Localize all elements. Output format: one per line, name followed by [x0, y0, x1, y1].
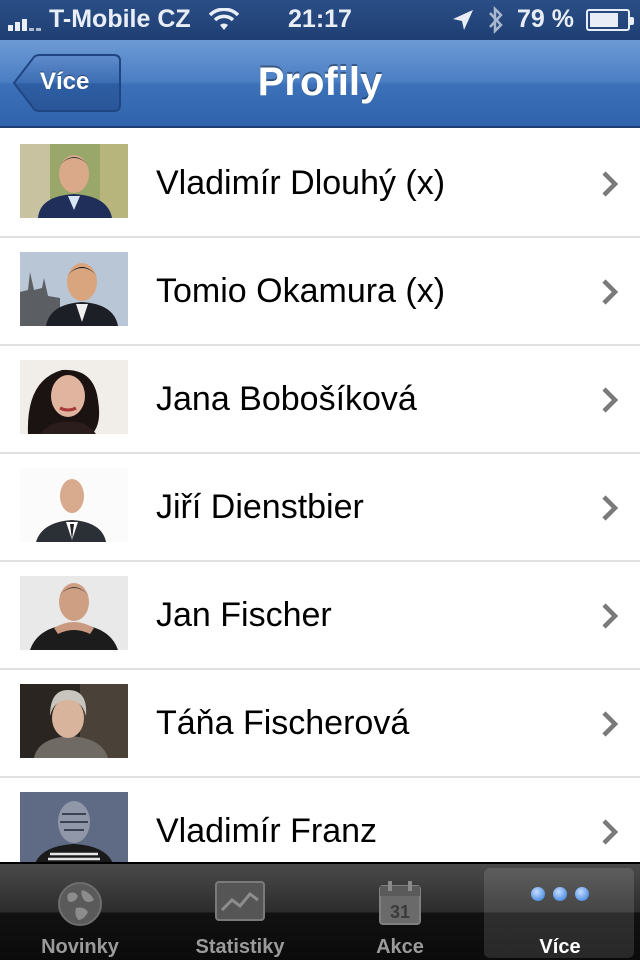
navigation-bar: Více Profily — [0, 40, 640, 128]
profile-name: Jiří Dienstbier — [156, 488, 364, 526]
list-item[interactable]: Jiří Dienstbier — [0, 454, 640, 562]
list-item[interactable]: Jan Fischer — [0, 562, 640, 670]
status-right: 79 % — [451, 5, 634, 34]
profile-photo — [20, 468, 128, 542]
chart-icon — [215, 881, 265, 921]
profile-name: Jana Bobošíková — [156, 380, 417, 418]
tab-vice[interactable]: Více — [480, 864, 640, 960]
profile-name: Vladimír Dlouhý (x) — [156, 164, 446, 202]
wifi-icon — [208, 7, 239, 30]
profile-photo — [20, 144, 128, 218]
globe-icon — [58, 882, 102, 926]
status-left: T-Mobile CZ — [8, 5, 239, 34]
tab-label: Novinky — [41, 936, 119, 958]
profile-name: Jan Fischer — [156, 596, 332, 634]
signal-strength-icon — [8, 9, 41, 31]
list-item[interactable]: Vladimír Dlouhý (x) — [0, 130, 640, 238]
calendar-day: 31 — [390, 902, 410, 922]
page-title: Profily — [257, 60, 383, 104]
battery-percent: 79 % — [517, 5, 574, 33]
tab-statistiky[interactable]: Statistiky — [160, 864, 320, 960]
chevron-right-icon — [602, 711, 619, 737]
tab-akce[interactable]: 31 Akce — [320, 864, 480, 960]
list-item[interactable]: Vladimír Franz — [0, 778, 640, 862]
status-bar: T-Mobile CZ 21:17 79 % — [0, 0, 640, 40]
profile-list: Vladimír Dlouhý (x) Tomio Okamura (x) Ja… — [0, 130, 640, 862]
profile-photo — [20, 360, 128, 434]
profile-photo — [20, 792, 128, 862]
profile-name: Vladimír Franz — [156, 812, 378, 850]
carrier-name: T-Mobile CZ — [49, 5, 191, 33]
bluetooth-icon — [489, 5, 503, 34]
tab-label: Akce — [376, 936, 424, 958]
chevron-right-icon — [602, 819, 619, 845]
location-arrow-icon — [453, 9, 474, 30]
list-item[interactable]: Tomio Okamura (x) — [0, 238, 640, 346]
tab-label: Více — [539, 936, 581, 958]
profile-photo — [20, 576, 128, 650]
list-item[interactable]: Táňa Fischerová — [0, 670, 640, 778]
profile-photo — [20, 684, 128, 758]
battery-icon — [586, 8, 634, 31]
list-item[interactable]: Jana Bobošíková — [0, 346, 640, 454]
chevron-right-icon — [602, 387, 619, 413]
tab-bar: Novinky Statistiky 31 Akce Více — [0, 862, 640, 960]
chevron-right-icon — [602, 495, 619, 521]
tab-label: Statistiky — [195, 936, 285, 958]
calendar-icon: 31 — [379, 881, 421, 925]
chevron-right-icon — [602, 603, 619, 629]
profile-photo — [20, 252, 128, 326]
chevron-right-icon — [602, 171, 619, 197]
tab-novinky[interactable]: Novinky — [0, 864, 160, 960]
more-icon — [531, 887, 589, 901]
chevron-right-icon — [602, 279, 619, 305]
profile-name: Tomio Okamura (x) — [156, 272, 446, 310]
profile-name: Táňa Fischerová — [156, 704, 410, 742]
